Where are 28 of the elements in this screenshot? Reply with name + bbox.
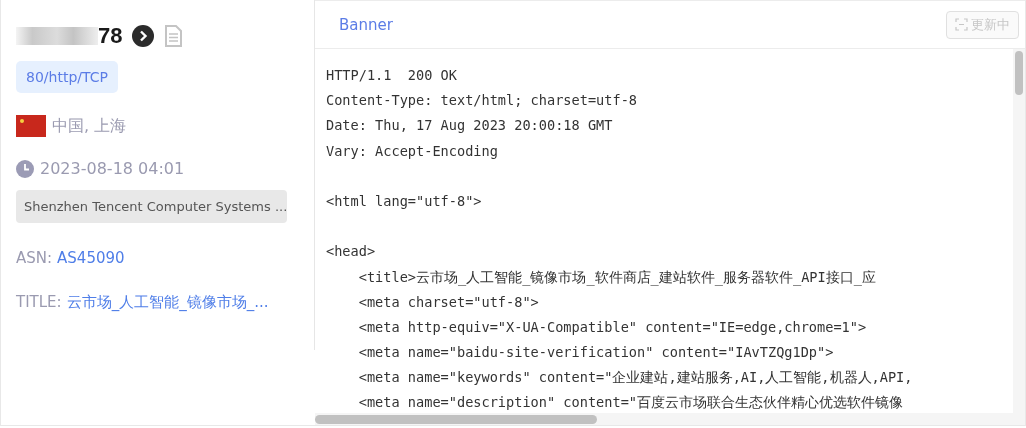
location-text: 中国, 上海 [52,115,127,137]
title-link[interactable]: 云市场_人工智能_镜像市场_... [66,293,269,312]
asn-link[interactable]: AS45090 [57,249,125,267]
organization-tag[interactable]: Shenzhen Tencent Computer Systems ... [16,190,287,223]
code-line: Content-Type: text/html; charset=utf-8 [326,92,637,109]
code-line: <meta name="baidu-site-verification" content="IAvTZQg1Dp"> [357,344,834,361]
code-line: Vary: Accept-Encoding [326,142,498,159]
port-tag[interactable]: 80/http/TCP [16,61,118,93]
clock-icon [16,159,34,178]
code-line: <meta http-equiv="X-UA-Compatible" content="IE=edge,chrome=1"> [357,318,867,335]
code-line: Date: Thu, 17 Aug 2023 20:00:18 GMT [326,117,613,134]
copy-icon[interactable] [164,25,183,47]
code-line: <title>云市场_人工智能_镜像市场_软件商店_建站软件_服务器软件_API接口_应 [357,268,876,285]
scrollbar-thumb[interactable] [315,414,597,424]
ip-address: 78 [98,23,123,49]
scrollbar-thumb[interactable] [1015,51,1023,95]
flag-icon [16,115,46,137]
code-line: <meta name="keywords" content="企业建站,建站服务,AI,人工智能,机器人,API, [357,369,913,386]
code-line: <meta charset="utf-8"> [357,293,539,310]
tab[interactable]: Banner [339,11,393,38]
code-line: <head> [326,243,376,260]
scan-icon [955,18,968,31]
asn-label: ASN: [16,249,53,267]
code-line: <html lang="utf-8"> [326,192,482,209]
title-label: TITLE: [16,293,62,312]
code-line: HTTP/1.1 200 OK [326,67,457,83]
code-line: <meta name="description" content="百度云市场联合生态伙伴精心优选软件镜像 [357,394,903,411]
timestamp: 2023-08-18 04:01 [40,159,185,178]
